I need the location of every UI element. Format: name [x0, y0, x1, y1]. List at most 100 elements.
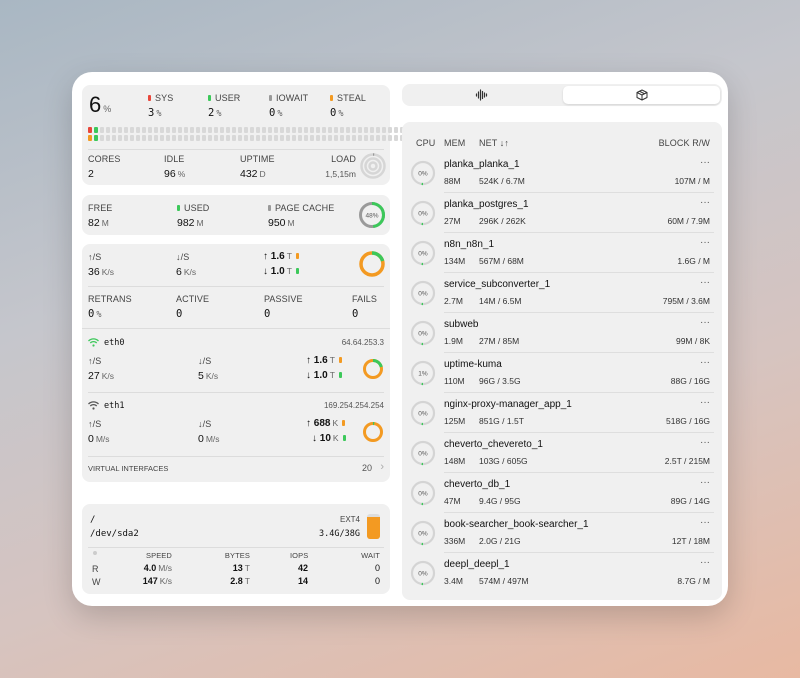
- container-block: 518G / 16G: [666, 416, 710, 426]
- interface-eth1[interactable]: eth1 169.254.254.254 ↑/S 0 M/s ↓/S 0 M/s ↑…: [88, 401, 384, 457]
- containers-card: CPU MEM NET ↓↑ BLOCK R/W 0% planka_planka…: [402, 122, 722, 600]
- load-value: 1,5,15m: [325, 169, 356, 179]
- more-icon[interactable]: ···: [700, 397, 710, 408]
- container-name: uptime-kuma: [444, 359, 502, 370]
- net-down-unit: K/s: [183, 267, 197, 277]
- steal-value: 0: [330, 107, 337, 119]
- container-mem: 125M: [444, 416, 466, 426]
- net-down: ↓/S 6 K/s: [176, 252, 196, 278]
- net-up-value: 36: [88, 266, 100, 278]
- more-icon[interactable]: ···: [700, 517, 710, 528]
- more-icon[interactable]: ···: [700, 557, 710, 568]
- net-up-label: ↑/S: [88, 252, 102, 262]
- mem-free: FREE 82 M: [88, 203, 112, 229]
- container-row[interactable]: 0% n8n_n8n_1 ··· 134M 567M / 68M 1.6G / M: [410, 233, 714, 273]
- passive-label: PASSIVE: [264, 294, 303, 304]
- cpu-card[interactable]: 6% SYS 3% USER 2% IOWAIT 0% STEAL 0% COR…: [82, 85, 422, 185]
- load-label: LOAD: [331, 154, 356, 164]
- container-row[interactable]: 0% planka_planka_1 ··· 88M 524K / 6.7M 107M /…: [410, 153, 714, 193]
- if-down-value: 0: [198, 433, 204, 445]
- container-net: 27M / 85M: [479, 336, 520, 346]
- container-row[interactable]: 0% subweb ··· 1.9M 27M / 85M 99M / 8K: [410, 313, 714, 353]
- free-value: 82: [88, 217, 100, 229]
- cpu-ring: 0%: [410, 400, 436, 426]
- cpu-percent: 0%: [418, 331, 428, 338]
- container-mem: 1.9M: [444, 336, 463, 346]
- if-down-label: ↓/S: [198, 419, 212, 429]
- interface-ring: [363, 358, 383, 379]
- virtual-interfaces-row[interactable]: VIRTUAL INTERFACES 20 ›: [88, 461, 384, 477]
- write-bytes-unit: T: [244, 576, 250, 586]
- container-row[interactable]: 0% deepl_deepl_1 ··· 3.4M 574M / 497M 8.7G / …: [410, 553, 714, 593]
- write-speed-unit: K/s: [159, 576, 172, 586]
- tab-stats[interactable]: [402, 84, 562, 106]
- more-icon[interactable]: ···: [700, 357, 710, 368]
- wifi-icon: [88, 338, 99, 347]
- read-speed-unit: M/s: [158, 563, 172, 573]
- cube-icon: [636, 89, 647, 101]
- container-row[interactable]: 0% cheverto_chevereto_1 ··· 148M 103G / 605G…: [410, 433, 714, 473]
- if-down-unit: K/s: [205, 371, 219, 381]
- container-mem: 3.4M: [444, 576, 463, 586]
- container-block: 12T / 18M: [671, 536, 710, 546]
- disk-device: /dev/sda2: [90, 529, 139, 539]
- iowait-legend-icon: [269, 95, 272, 101]
- read-bytes-unit: T: [244, 563, 250, 573]
- disk-usage: 3.4G/38G: [319, 529, 360, 539]
- more-icon[interactable]: ···: [700, 197, 710, 208]
- cpu-ring: 0%: [410, 560, 436, 586]
- total-up-unit: T: [286, 251, 292, 261]
- cpu-cores: CORES 2: [88, 154, 121, 180]
- interface-eth0[interactable]: eth0 64.64.253.3 ↑/S 27 K/s ↓/S 5 K/s ↑ 1.…: [88, 338, 384, 394]
- active-value: 0: [176, 308, 183, 320]
- cpu-steal: STEAL 0%: [330, 93, 366, 119]
- container-row[interactable]: 0% service_subconverter_1 ··· 2.7M 14M / 6.5…: [410, 273, 714, 313]
- cpu-ring: 0%: [410, 320, 436, 346]
- used-unit: M: [196, 218, 204, 228]
- container-block: 88G / 16G: [670, 376, 710, 386]
- used-legend-icon: [177, 205, 180, 211]
- container-row[interactable]: 0% book-searcher_book-searcher_1 ··· 336M 2.…: [410, 513, 714, 553]
- cpu-ring: 0%: [410, 160, 436, 186]
- block-column-header[interactable]: BLOCK R/W: [659, 138, 710, 148]
- memory-card[interactable]: FREE 82 M USED 982 M PAGE CACHE 950 M 48%: [82, 195, 390, 235]
- container-block: 1.6G / M: [677, 256, 710, 266]
- more-icon[interactable]: ···: [700, 237, 710, 248]
- container-row[interactable]: 1% uptime-kuma ··· 110M 96G / 3.5G 88G / 16G: [410, 353, 714, 393]
- cpu-column-header[interactable]: CPU: [416, 138, 435, 148]
- container-row[interactable]: 0% nginx-proxy-manager_app_1 ··· 125M 851G /…: [410, 393, 714, 433]
- container-mem: 134M: [444, 256, 466, 266]
- free-unit: M: [101, 218, 109, 228]
- net-active: ACTIVE 0: [176, 294, 209, 320]
- net-passive: PASSIVE 0: [264, 294, 303, 320]
- app-window: 6% SYS 3% USER 2% IOWAIT 0% STEAL 0% COR…: [72, 72, 728, 606]
- mem-cache: PAGE CACHE 950 M: [268, 203, 334, 229]
- retrans-unit: %: [96, 310, 102, 320]
- more-icon[interactable]: ···: [700, 437, 710, 448]
- if-rx-unit: K: [332, 433, 339, 443]
- fails-label: FAILS: [352, 294, 378, 304]
- container-net: 96G / 3.5G: [479, 376, 521, 386]
- container-row[interactable]: 0% planka_postgres_1 ··· 27M 296K / 262K 60M …: [410, 193, 714, 233]
- wifi-icon: [88, 401, 99, 410]
- user-value: 2: [208, 107, 215, 119]
- network-card[interactable]: ↑/S 36 K/s ↓/S 6 K/s ↑ 1.6 T ↓ 1.0 T RETRANS…: [82, 244, 390, 482]
- iowait-unit: %: [277, 109, 283, 119]
- more-icon[interactable]: ···: [700, 157, 710, 168]
- more-icon[interactable]: ···: [700, 277, 710, 288]
- uptime-unit: D: [259, 169, 266, 179]
- more-icon[interactable]: ···: [700, 477, 710, 488]
- tab-containers[interactable]: [563, 86, 720, 104]
- cpu-percent: 1%: [418, 371, 428, 378]
- net-column-header[interactable]: NET ↓↑: [479, 138, 509, 148]
- more-icon[interactable]: ···: [700, 317, 710, 328]
- if-up-unit: K/s: [101, 371, 114, 381]
- cache-label: PAGE CACHE: [275, 203, 335, 213]
- read-wait: 0: [374, 563, 380, 573]
- disk-card[interactable]: / /dev/sda2 EXT4 3.4G/38G SPEED BYTES IO…: [82, 504, 390, 594]
- interface-ip: 64.64.253.3: [341, 338, 384, 347]
- mem-column-header[interactable]: MEM: [444, 138, 465, 148]
- container-row[interactable]: 0% cheverto_db_1 ··· 47M 9.4G / 95G 89G / 14G: [410, 473, 714, 513]
- cpu-percent: 0%: [418, 291, 428, 298]
- cpu-percent: 0%: [418, 211, 428, 218]
